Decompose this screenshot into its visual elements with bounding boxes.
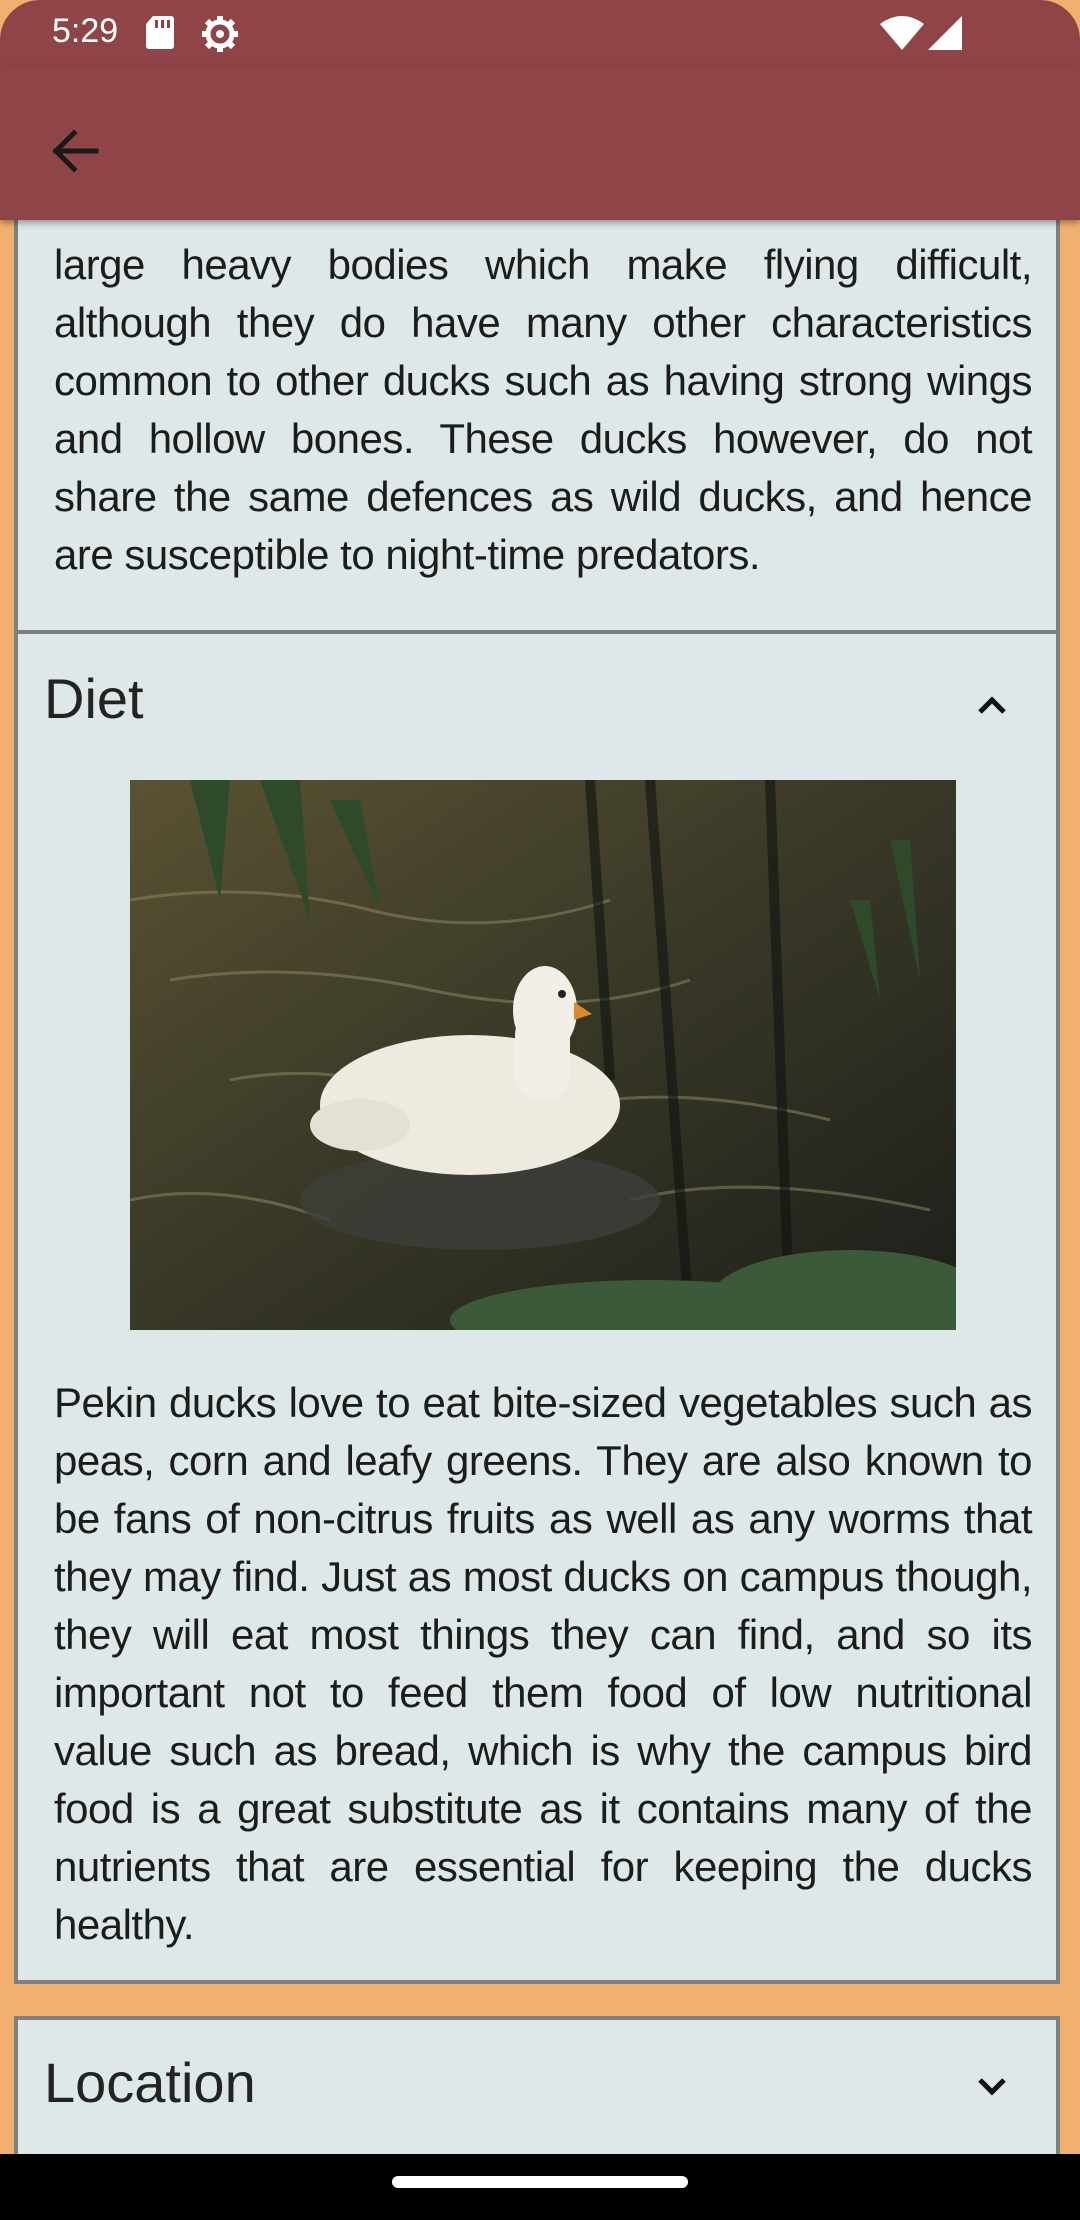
diet-title[interactable]: Diet xyxy=(44,666,144,731)
home-gesture-handle[interactable] xyxy=(392,2176,688,2188)
status-bar: 5:29 xyxy=(0,0,1080,66)
chevron-down-icon[interactable] xyxy=(962,2056,1022,2116)
location-card: Location xyxy=(14,2016,1060,2154)
signal-icon xyxy=(928,16,962,50)
wifi-icon xyxy=(880,16,924,50)
duck-photo xyxy=(130,780,956,1330)
location-title[interactable]: Location xyxy=(44,2050,256,2115)
arrow-back-icon[interactable] xyxy=(40,116,110,186)
characteristics-text: large heavy bodies which make flying dif… xyxy=(54,241,1033,578)
diet-card: Diet Pekin ducks love to eat bite-sized … xyxy=(14,630,1060,1984)
settings-gear-icon xyxy=(202,16,238,52)
chevron-up-icon[interactable] xyxy=(962,674,1022,734)
navigation-bar xyxy=(0,2154,1080,2220)
app-bar xyxy=(0,66,1080,220)
diet-text: Pekin ducks love to eat bite-sized veget… xyxy=(54,1379,1033,1948)
content-scroll[interactable]: large heavy bodies which make flying dif… xyxy=(0,220,1080,2154)
sd-card-icon xyxy=(146,16,174,49)
status-time: 5:29 xyxy=(52,12,119,50)
